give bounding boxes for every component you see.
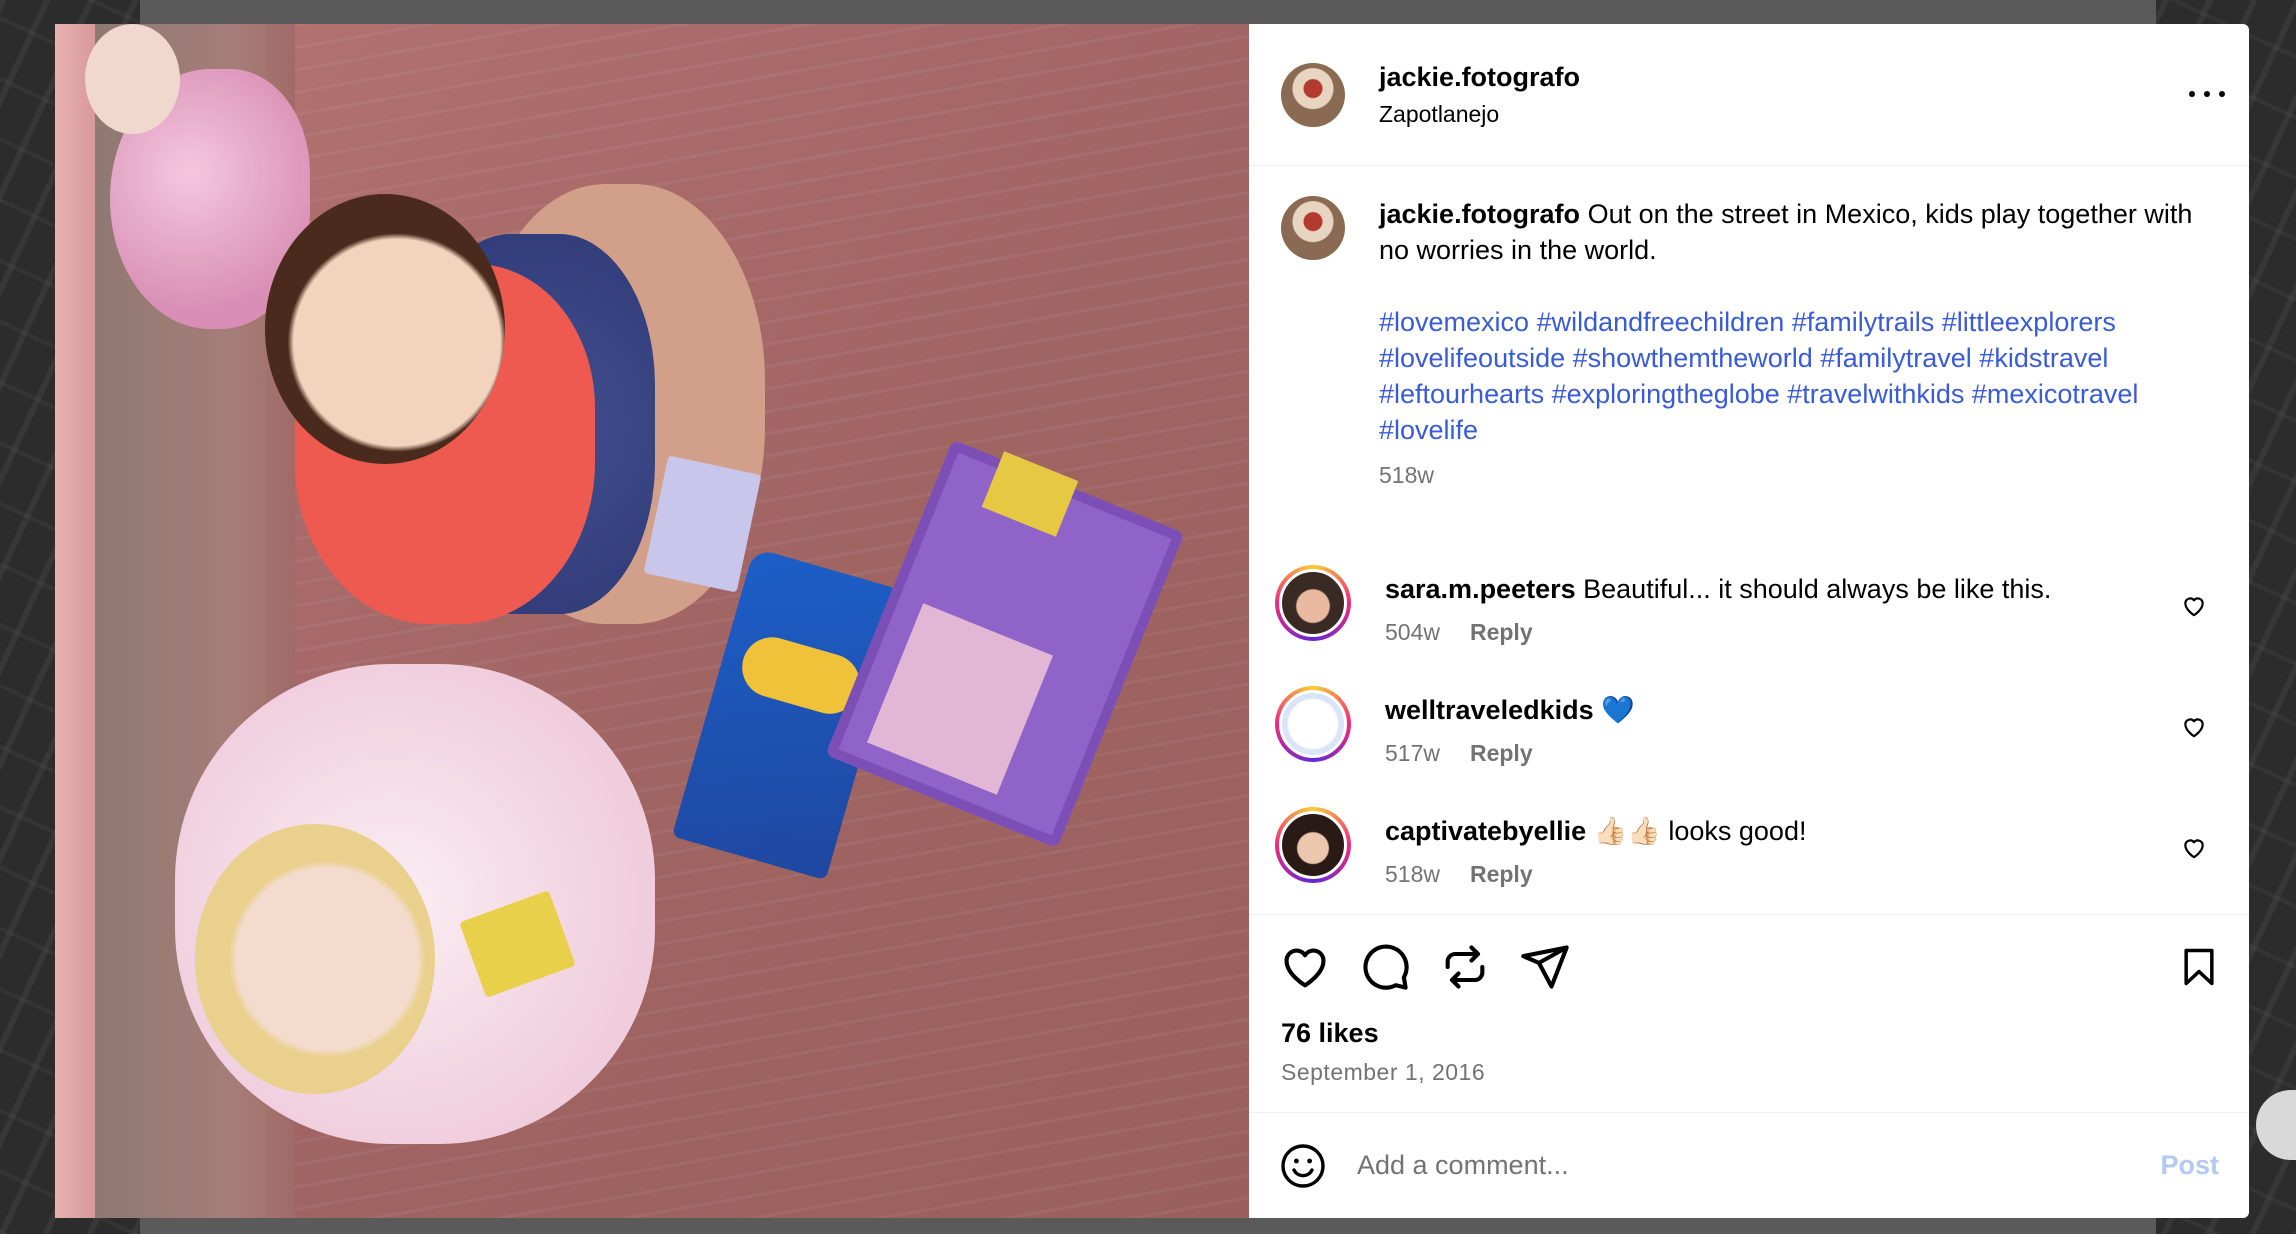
comment-age[interactable]: 504w: [1385, 619, 1440, 646]
reply-button[interactable]: Reply: [1470, 740, 1533, 767]
post-modal: jackie.fotografo Zapotlanejo jackie.foto…: [55, 24, 2249, 1218]
comment-item: captivatebyellie 👍🏻👍🏻 looks good! 518w R…: [1275, 807, 2217, 888]
commenter-avatar[interactable]: [1275, 807, 1351, 883]
caption-age[interactable]: 518w: [1379, 462, 1434, 489]
comment-item: sara.m.peeters Beautiful... it should al…: [1275, 565, 2217, 646]
caption-body: jackie.fotografo Out on the street in Me…: [1379, 196, 2199, 489]
more-dot: [2189, 91, 2195, 97]
caption: jackie.fotografo Out on the street in Me…: [1281, 196, 2217, 489]
commenter-avatar[interactable]: [1275, 565, 1351, 641]
comment-username[interactable]: sara.m.peeters: [1385, 574, 1576, 604]
comment-meta: 518w Reply: [1385, 861, 2205, 888]
comment-like-heart-icon[interactable]: [2181, 714, 2207, 740]
backdrop-top-strip: [140, 0, 2156, 24]
comment-message: Beautiful... it should always be like th…: [1583, 574, 2052, 604]
comment-input[interactable]: [1357, 1150, 2161, 1181]
photo-doll-head: [85, 24, 180, 134]
more-dot: [2219, 91, 2225, 97]
likes-block: 76 likes September 1, 2016: [1249, 1018, 2249, 1112]
comment-meta: 504w Reply: [1385, 619, 2205, 646]
comment-username[interactable]: captivatebyellie: [1385, 816, 1586, 846]
comment-age[interactable]: 518w: [1385, 861, 1440, 888]
comment-body: welltraveledkids 💙 517w Reply: [1385, 692, 2205, 767]
comment-body: captivatebyellie 👍🏻👍🏻 looks good! 518w R…: [1385, 813, 2205, 888]
post-header: jackie.fotografo Zapotlanejo: [1249, 24, 2249, 166]
comments-list[interactable]: jackie.fotografo Out on the street in Me…: [1249, 166, 2249, 914]
send-icon[interactable]: [1519, 941, 1571, 993]
caption-text: jackie.fotografo Out on the street in Me…: [1379, 196, 2199, 268]
comment-message: 👍🏻👍🏻 looks good!: [1593, 816, 1807, 846]
author-username[interactable]: jackie.fotografo: [1379, 62, 1580, 93]
post-actions-bar: [1249, 914, 2249, 1018]
more-dot: [2204, 91, 2210, 97]
post-location[interactable]: Zapotlanejo: [1379, 101, 1580, 128]
likes-count[interactable]: 76 likes: [1281, 1018, 2217, 1049]
comment-like-heart-icon[interactable]: [2181, 593, 2207, 619]
post-photo[interactable]: [55, 24, 1249, 1218]
post-side-panel: jackie.fotografo Zapotlanejo jackie.foto…: [1249, 24, 2249, 1218]
caption-author-avatar[interactable]: [1281, 196, 1345, 260]
photo-toddler-head: [195, 824, 435, 1094]
heart-icon[interactable]: [1279, 941, 1331, 993]
comment-composer: Post: [1249, 1112, 2249, 1218]
caption-meta: 518w: [1379, 462, 2199, 489]
photo-girl-head: [265, 194, 505, 464]
comment-body: sara.m.peeters Beautiful... it should al…: [1385, 571, 2205, 646]
comment-like-heart-icon[interactable]: [2181, 835, 2207, 861]
comment-username[interactable]: welltraveledkids: [1385, 695, 1594, 725]
reply-button[interactable]: Reply: [1470, 861, 1533, 888]
comment-message: 💙: [1601, 695, 1635, 725]
comment-text: captivatebyellie 👍🏻👍🏻 looks good!: [1385, 813, 2205, 849]
comment-item: welltraveledkids 💙 517w Reply: [1275, 686, 2217, 767]
more-options-icon[interactable]: [2189, 84, 2225, 104]
emoji-icon[interactable]: [1279, 1142, 1327, 1190]
caption-username[interactable]: jackie.fotografo: [1379, 199, 1580, 229]
comment-bubble-icon[interactable]: [1359, 941, 1411, 993]
comment-text: welltraveledkids 💙: [1385, 692, 2205, 728]
post-date[interactable]: September 1, 2016: [1281, 1059, 2217, 1086]
bookmark-icon[interactable]: [2177, 943, 2221, 991]
author-info: jackie.fotografo Zapotlanejo: [1379, 62, 1580, 128]
comment-meta: 517w Reply: [1385, 740, 2205, 767]
photo-wall: [55, 24, 95, 1218]
comment-age[interactable]: 517w: [1385, 740, 1440, 767]
repost-icon[interactable]: [1439, 941, 1491, 993]
reply-button[interactable]: Reply: [1470, 619, 1533, 646]
post-comment-button[interactable]: Post: [2160, 1150, 2219, 1181]
comment-text: sara.m.peeters Beautiful... it should al…: [1385, 571, 2205, 607]
backdrop-bottom-strip: [140, 1218, 2156, 1234]
caption-hashtags[interactable]: #lovemexico #wildandfreechildren #family…: [1379, 304, 2199, 448]
commenter-avatar[interactable]: [1275, 686, 1351, 762]
author-avatar[interactable]: [1281, 62, 1345, 127]
